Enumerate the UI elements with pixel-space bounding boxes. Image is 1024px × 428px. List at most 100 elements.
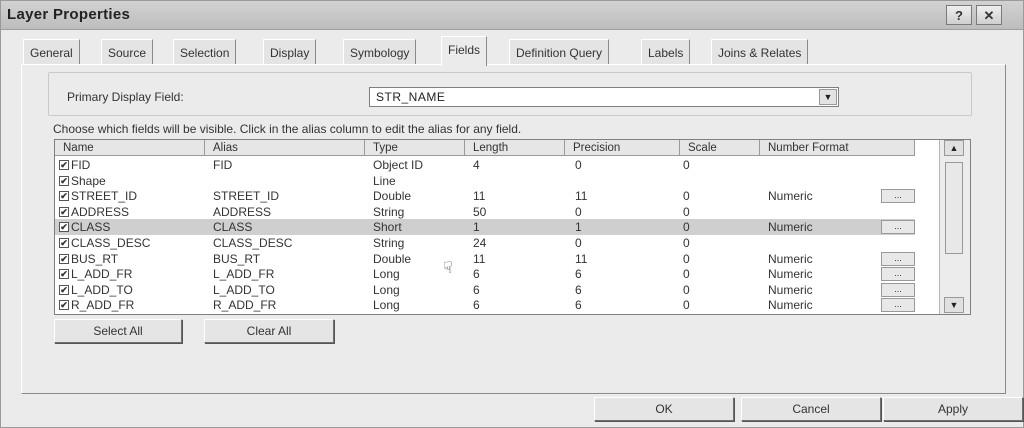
dialog-title: Layer Properties xyxy=(7,6,131,23)
help-button[interactable]: ? xyxy=(946,5,972,25)
scroll-thumb[interactable] xyxy=(945,162,963,254)
number-format-button[interactable]: ... xyxy=(881,267,915,282)
cell-number-format: Numeric xyxy=(768,282,813,297)
tab-fields[interactable]: Fields xyxy=(441,36,488,66)
cell-alias[interactable]: R_ADD_FR xyxy=(213,297,276,313)
cell-type: Line xyxy=(373,173,396,188)
tab-labels[interactable]: Labels xyxy=(641,39,691,65)
table-row[interactable]: ✔ CLASS CLASS Short 1 1 0 Numeric... xyxy=(55,219,915,236)
cell-length: 50 xyxy=(473,204,487,219)
tab-symbology[interactable]: Symbology xyxy=(343,39,417,65)
cell-alias[interactable]: BUS_RT xyxy=(213,251,260,267)
visible-checkbox[interactable]: ✔ xyxy=(59,238,69,248)
cell-length: 6 xyxy=(473,282,480,297)
ok-button[interactable]: OK xyxy=(594,397,734,421)
chevron-down-icon[interactable]: ▼ xyxy=(819,89,837,105)
cell-type: Short xyxy=(373,220,402,235)
select-all-button[interactable]: Select All xyxy=(54,319,182,343)
tab-display[interactable]: Display xyxy=(263,39,317,65)
visible-checkbox[interactable]: ✔ xyxy=(59,175,69,186)
cell-precision: 6 xyxy=(575,298,582,313)
cell-alias[interactable]: CLASS xyxy=(213,219,252,235)
cell-name: BUS_RT xyxy=(71,251,119,266)
cell-alias[interactable]: ADDRESS xyxy=(213,204,271,220)
number-format-button[interactable]: ... xyxy=(881,298,915,313)
visible-checkbox[interactable]: ✔ xyxy=(59,300,69,311)
visible-checkbox[interactable]: ✔ xyxy=(59,269,69,280)
title-bar[interactable]: Layer Properties ? ✕ xyxy=(1,1,1023,30)
cell-alias[interactable]: STREET_ID xyxy=(213,188,279,204)
tab-source[interactable]: Source xyxy=(101,39,154,65)
apply-button[interactable]: Apply xyxy=(883,397,1023,421)
col-header-precision[interactable]: Precision xyxy=(565,140,680,156)
tab-general[interactable]: General xyxy=(23,39,80,65)
cell-number-format: Numeric xyxy=(768,298,813,313)
col-header-length[interactable]: Length xyxy=(465,140,565,156)
cell-precision: 6 xyxy=(575,267,582,282)
cell-alias[interactable]: CLASS_DESC xyxy=(213,235,292,251)
col-header-alias[interactable]: Alias xyxy=(205,140,365,156)
col-header-name[interactable]: Name xyxy=(55,140,205,156)
close-button[interactable]: ✕ xyxy=(976,5,1002,25)
cell-type: Long xyxy=(373,267,400,282)
tab-definition-query[interactable]: Definition Query xyxy=(509,39,610,65)
cell-length: 11 xyxy=(473,189,486,204)
tab-joins-relates[interactable]: Joins & Relates xyxy=(711,39,809,65)
cell-name: CLASS xyxy=(71,220,111,235)
cell-name: L_ADD_FR xyxy=(71,267,133,282)
cancel-button[interactable]: Cancel xyxy=(741,397,881,421)
tab-selection[interactable]: Selection xyxy=(173,39,237,65)
cell-type: Long xyxy=(373,298,400,313)
col-header-scale[interactable]: Scale xyxy=(680,140,760,156)
cell-scale: 0 xyxy=(683,282,690,297)
cell-type: Long xyxy=(373,282,400,297)
col-header-type[interactable]: Type xyxy=(365,140,465,156)
cell-length: 1 xyxy=(473,220,480,235)
scroll-down-icon[interactable]: ▼ xyxy=(944,297,964,313)
table-row[interactable]: ✔ ADDRESS ADDRESS String 50 0 0 xyxy=(55,204,915,220)
cell-length: 6 xyxy=(473,298,480,313)
cell-type: String xyxy=(373,204,405,219)
cell-scale: 0 xyxy=(683,251,690,266)
cell-alias[interactable]: L_ADD_TO xyxy=(213,282,275,298)
hand-cursor-icon: ☟ xyxy=(443,260,453,277)
table-row[interactable]: ✔ Shape Line xyxy=(55,173,915,189)
grid-vertical-scrollbar[interactable]: ▲ ▼ xyxy=(939,140,970,314)
table-row[interactable]: ✔ CLASS_DESC CLASS_DESC String 24 0 0 xyxy=(55,235,915,251)
visible-checkbox[interactable]: ✔ xyxy=(59,206,69,217)
visible-checkbox[interactable]: ✔ xyxy=(59,253,69,264)
primary-display-dropdown[interactable]: STR_NAME ▼ xyxy=(369,87,839,107)
cell-type: Double xyxy=(373,189,412,204)
table-row[interactable]: ✔ R_ADD_FR R_ADD_FR Long 6 6 0 Numeric... xyxy=(55,297,915,313)
visible-checkbox[interactable]: ✔ xyxy=(59,284,69,295)
col-header-number-format[interactable]: Number Format xyxy=(760,140,915,156)
visible-checkbox[interactable]: ✔ xyxy=(59,222,69,233)
fields-instructions: Choose which fields will be visible. Cli… xyxy=(53,122,522,136)
cell-name: ADDRESS xyxy=(71,204,130,219)
cell-name: STREET_ID xyxy=(71,189,138,204)
cell-precision: 0 xyxy=(575,236,582,250)
table-row[interactable]: ✔ BUS_RT BUS_RT Double 11 11 0 Numeric... xyxy=(55,251,915,267)
cell-length: 24 xyxy=(473,236,487,250)
cell-number-format: Numeric xyxy=(768,251,813,266)
table-row[interactable]: ✔ L_ADD_FR L_ADD_FR Long 6 6 0 Numeric... xyxy=(55,266,915,282)
cell-scale: 0 xyxy=(683,267,690,282)
cell-scale: 0 xyxy=(683,189,690,204)
table-row[interactable]: ✔ STREET_ID STREET_ID Double 11 11 0 Numeric... xyxy=(55,188,915,204)
number-format-button[interactable]: ... xyxy=(881,220,915,235)
layer-properties-dialog: Layer Properties ? ✕ General Source Sele… xyxy=(0,0,1024,428)
number-format-button[interactable]: ... xyxy=(881,282,915,297)
visible-checkbox[interactable]: ✔ xyxy=(59,191,69,202)
cell-name: R_ADD_FR xyxy=(71,298,135,313)
cell-number-format: Numeric xyxy=(768,220,813,235)
table-row[interactable]: ✔ L_ADD_TO L_ADD_TO Long 6 6 0 Numeric... xyxy=(55,282,915,298)
number-format-button[interactable]: ... xyxy=(881,251,915,266)
cell-alias[interactable]: FID xyxy=(213,157,232,173)
visible-checkbox[interactable]: ✔ xyxy=(59,160,69,170)
cell-alias[interactable]: L_ADD_FR xyxy=(213,266,274,282)
clear-all-button[interactable]: Clear All xyxy=(204,319,334,343)
fields-grid: Name Alias Type Length Precision Scale N… xyxy=(54,139,971,315)
table-row[interactable]: ✔ FID FID Object ID 4 0 0 xyxy=(55,157,915,173)
scroll-up-icon[interactable]: ▲ xyxy=(944,140,964,156)
number-format-button[interactable]: ... xyxy=(881,189,915,204)
